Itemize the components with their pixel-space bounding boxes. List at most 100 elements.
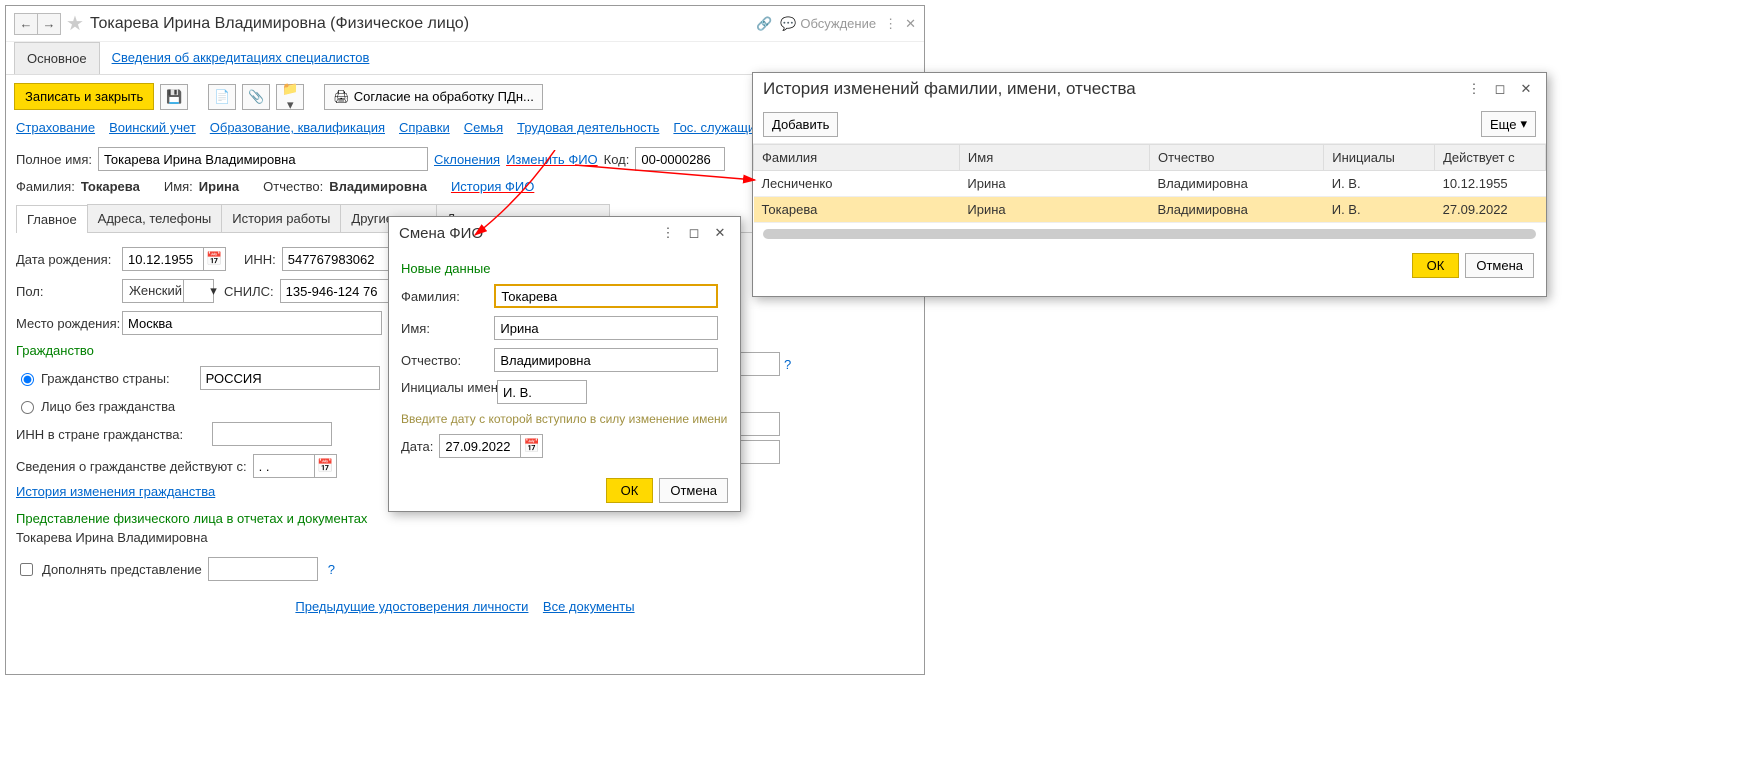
otch-label: Отчество: [263, 179, 323, 194]
favorite-star-icon[interactable]: ★ [66, 11, 84, 36]
link-military[interactable]: Воинский учет [109, 120, 196, 135]
supplement-help-icon[interactable]: ? [324, 562, 339, 577]
extra-field-3[interactable] [735, 440, 780, 464]
inn-label: ИНН: [244, 252, 276, 267]
no-citizen-radio[interactable]: Лицо без гражданства [16, 398, 175, 414]
cf-init-input[interactable] [497, 380, 587, 404]
link-spravki[interactable]: Справки [399, 120, 450, 135]
cf-fam-label: Фамилия: [401, 289, 488, 304]
link-gos[interactable]: Гос. служащий [673, 120, 762, 135]
document-button[interactable]: 📄 [208, 84, 236, 110]
citizen-from-label: Сведения о гражданстве действуют с: [16, 459, 247, 474]
inn-foreign-input[interactable] [212, 422, 332, 446]
tab-main[interactable]: Основное [14, 42, 100, 74]
link-change-fio[interactable]: Изменить ФИО [506, 152, 598, 167]
tab-accred[interactable]: Сведения об аккредитациях специалистов [100, 42, 382, 74]
extra-field-2[interactable] [735, 412, 780, 436]
save-close-button[interactable]: Записать и закрыть [14, 83, 154, 110]
link-family[interactable]: Семья [464, 120, 503, 135]
citizen-from-field[interactable]: 📅 [253, 454, 337, 478]
code-input[interactable] [635, 147, 725, 171]
table-row[interactable]: Лесниченко Ирина Владимировна И. В. 10.1… [754, 171, 1546, 197]
cf-imya-input[interactable] [494, 316, 718, 340]
dob-field[interactable]: 📅 [122, 247, 226, 271]
calendar-icon[interactable]: 📅 [203, 248, 225, 270]
history-cancel-button[interactable]: Отмена [1465, 253, 1534, 278]
prev-docs-link[interactable]: Предыдущие удостоверения личности [295, 599, 528, 614]
kebab-menu-icon[interactable]: ⋮ [658, 223, 678, 243]
kebab-menu-icon[interactable]: ⋮ [884, 16, 897, 32]
col-from[interactable]: Действует с [1435, 145, 1546, 171]
cf-fam-input[interactable] [494, 284, 718, 308]
dob-input[interactable] [123, 249, 203, 270]
supplement-checkbox[interactable]: Дополнять представление [16, 560, 202, 579]
supplement-input[interactable] [208, 557, 318, 581]
cf-date-field[interactable]: 📅 [439, 434, 543, 458]
all-docs-link[interactable]: Все документы [543, 599, 635, 614]
link-education[interactable]: Образование, квалификация [210, 120, 385, 135]
subtab-history[interactable]: История работы [221, 204, 341, 232]
history-fio-dialog: История изменений фамилии, имени, отчест… [752, 72, 1547, 297]
link-insurance[interactable]: Страхование [16, 120, 95, 135]
folder-button[interactable]: 📁▾ [276, 84, 304, 110]
link-labor[interactable]: Трудовая деятельность [517, 120, 659, 135]
col-init[interactable]: Инициалы [1324, 145, 1435, 171]
inn-foreign-label: ИНН в стране гражданства: [16, 427, 206, 442]
imya-label: Имя: [164, 179, 193, 194]
fam-value: Токарева [81, 179, 140, 194]
citizen-country-radio[interactable]: Гражданство страны: [16, 370, 170, 386]
country-input[interactable] [200, 366, 380, 390]
save-button[interactable]: 💾 [160, 84, 188, 110]
citizen-history-link[interactable]: История изменения гражданства [16, 484, 215, 499]
history-add-button[interactable]: Добавить [763, 112, 838, 137]
calendar-icon[interactable]: 📅 [520, 435, 542, 457]
extra-field-1[interactable] [735, 352, 780, 376]
birthplace-label: Место рождения: [16, 316, 116, 331]
citizen-from-input[interactable] [254, 456, 314, 477]
link-history-fio[interactable]: История ФИО [451, 179, 534, 194]
consent-button[interactable]: 🖨Согласие на обработку ПДн... [324, 84, 543, 110]
cf-ok-button[interactable]: ОК [606, 478, 654, 503]
repr-value: Токарева Ирина Владимировна [16, 530, 914, 545]
maximize-icon[interactable]: ◻ [684, 223, 704, 243]
pol-select[interactable]: Женский▾ [122, 279, 214, 303]
help-icon[interactable]: ? [780, 357, 795, 372]
close-icon[interactable]: ✕ [905, 16, 916, 32]
history-ok-button[interactable]: ОК [1412, 253, 1460, 278]
nav-forward-button[interactable]: → [37, 13, 61, 35]
close-icon[interactable]: ✕ [710, 223, 730, 243]
snils-input[interactable] [280, 279, 400, 303]
col-imya[interactable]: Имя [959, 145, 1149, 171]
inn-input[interactable] [282, 247, 402, 271]
table-row[interactable]: Токарева Ирина Владимировна И. В. 27.09.… [754, 197, 1546, 223]
fullname-label: Полное имя: [16, 152, 92, 167]
link-sklon[interactable]: Склонения [434, 152, 500, 167]
history-more-button[interactable]: Еще ▾ [1481, 111, 1536, 137]
cf-cancel-button[interactable]: Отмена [659, 478, 728, 503]
top-tabs: Основное Сведения об аккредитациях специ… [6, 42, 924, 75]
cf-hint: Введите дату с которой вступило в силу и… [401, 408, 728, 430]
nav-back-button[interactable]: ← [14, 13, 38, 35]
subtab-main[interactable]: Главное [16, 205, 88, 233]
attachment-button[interactable]: 📎 [242, 84, 270, 110]
kebab-menu-icon[interactable]: ⋮ [1464, 79, 1484, 99]
horizontal-scrollbar[interactable] [763, 229, 1536, 239]
subtab-addresses[interactable]: Адреса, телефоны [87, 204, 223, 232]
window-title: Токарева Ирина Владимировна (Физическое … [90, 15, 756, 33]
discuss-link[interactable]: 💬Обсуждение [780, 16, 876, 32]
new-data-label: Новые данные [401, 257, 728, 280]
cf-otch-input[interactable] [494, 348, 718, 372]
calendar-icon[interactable]: 📅 [314, 455, 336, 477]
cf-date-input[interactable] [440, 436, 520, 457]
close-icon[interactable]: ✕ [1516, 79, 1536, 99]
fullname-input[interactable] [98, 147, 428, 171]
birthplace-input[interactable] [122, 311, 382, 335]
link-icon[interactable]: 🔗 [756, 16, 772, 32]
cf-imya-label: Имя: [401, 321, 488, 336]
otch-value: Владимировна [329, 179, 427, 194]
col-fam[interactable]: Фамилия [754, 145, 960, 171]
maximize-icon[interactable]: ◻ [1490, 79, 1510, 99]
cf-init-label: Инициалы имени, отчества: [401, 380, 491, 395]
col-otch[interactable]: Отчество [1149, 145, 1323, 171]
snils-label: СНИЛС: [224, 284, 274, 299]
